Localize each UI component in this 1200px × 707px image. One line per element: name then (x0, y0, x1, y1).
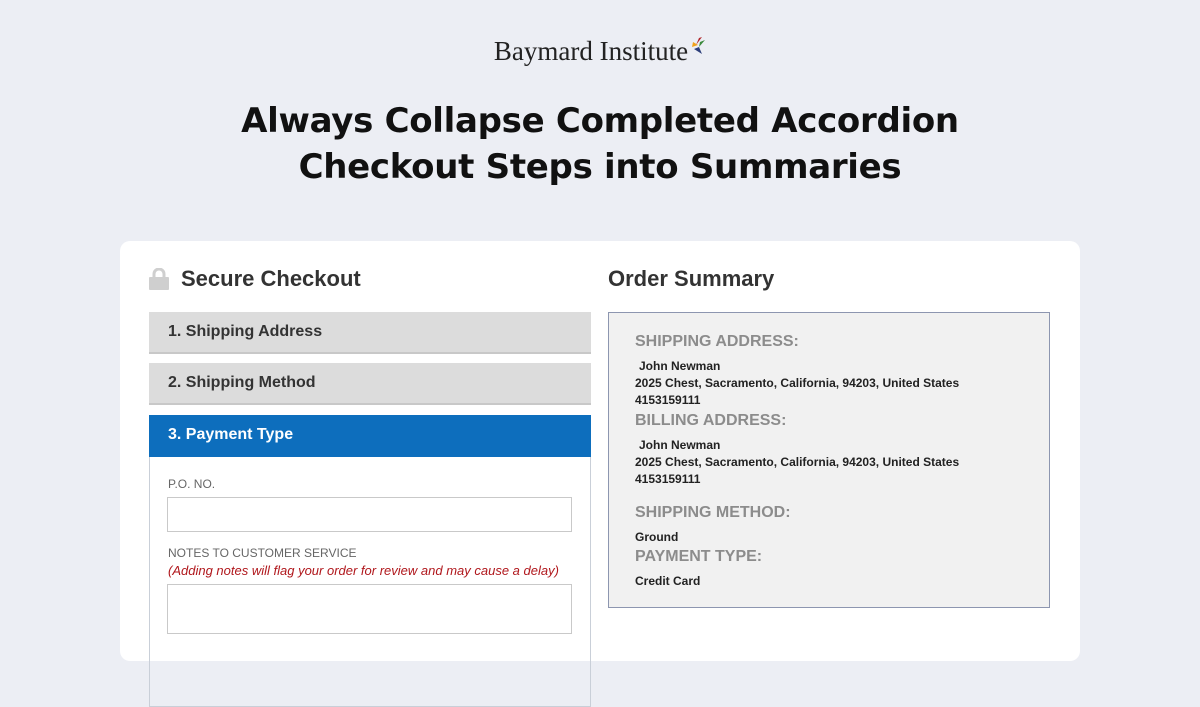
secure-checkout-title: Secure Checkout (181, 266, 361, 291)
headline-line-1: Always Collapse Completed Accordion (241, 101, 959, 141)
billing-address-line: 2025 Chest, Sacramento, California, 9420… (635, 455, 960, 469)
billing-phone: 4153159111 (635, 472, 701, 486)
checkout-card: Secure Checkout 1. Shipping Address 2. S… (120, 241, 1080, 707)
shipping-address-line: 2025 Chest, Sacramento, California, 9420… (635, 376, 960, 390)
secure-checkout-header: Secure Checkout (149, 265, 591, 293)
shipping-name: John Newman (639, 359, 721, 373)
billing-address-heading: BILLING ADDRESS: (635, 412, 787, 429)
headline-line-2: Checkout Steps into Summaries (298, 147, 902, 187)
payment-type-panel: P.O. NO. NOTES TO CUSTOMER SERVICE (Addi… (149, 457, 591, 707)
payment-type-value: Credit Card (635, 574, 701, 588)
step-shipping-method[interactable]: 2. Shipping Method (149, 363, 591, 405)
payment-type-heading: PAYMENT TYPE: (635, 548, 763, 565)
shipping-method-heading: SHIPPING METHOD: (635, 504, 791, 521)
shipping-phone: 4153159111 (635, 393, 701, 407)
headline: Always Collapse Completed Accordion Chec… (0, 98, 1200, 190)
shipping-method-value: Ground (635, 530, 679, 544)
bird-logo-icon (692, 37, 706, 54)
step-payment-type[interactable]: 3. Payment Type (149, 415, 591, 457)
notes-label: NOTES TO CUSTOMER SERVICE (168, 546, 357, 560)
order-summary-title: Order Summary (608, 266, 775, 291)
brand-name: Baymard Institute (493, 36, 689, 66)
billing-name: John Newman (639, 438, 721, 452)
checkout-panel: Secure Checkout 1. Shipping Address 2. S… (149, 265, 591, 707)
step-shipping-address[interactable]: 1. Shipping Address (149, 312, 591, 354)
order-summary-panel: Order Summary SHIPPING ADDRESS: John New… (608, 265, 1050, 608)
po-number-input[interactable] (167, 497, 572, 532)
po-number-label: P.O. NO. (168, 477, 216, 491)
order-summary-box: SHIPPING ADDRESS: John Newman 2025 Chest… (608, 312, 1050, 608)
shipping-address-heading: SHIPPING ADDRESS: (635, 333, 799, 350)
notes-textarea[interactable] (167, 584, 572, 634)
brand-logo: Baymard Institute (0, 36, 1200, 67)
lock-icon (149, 268, 169, 290)
notes-warning: (Adding notes will flag your order for r… (168, 563, 559, 578)
